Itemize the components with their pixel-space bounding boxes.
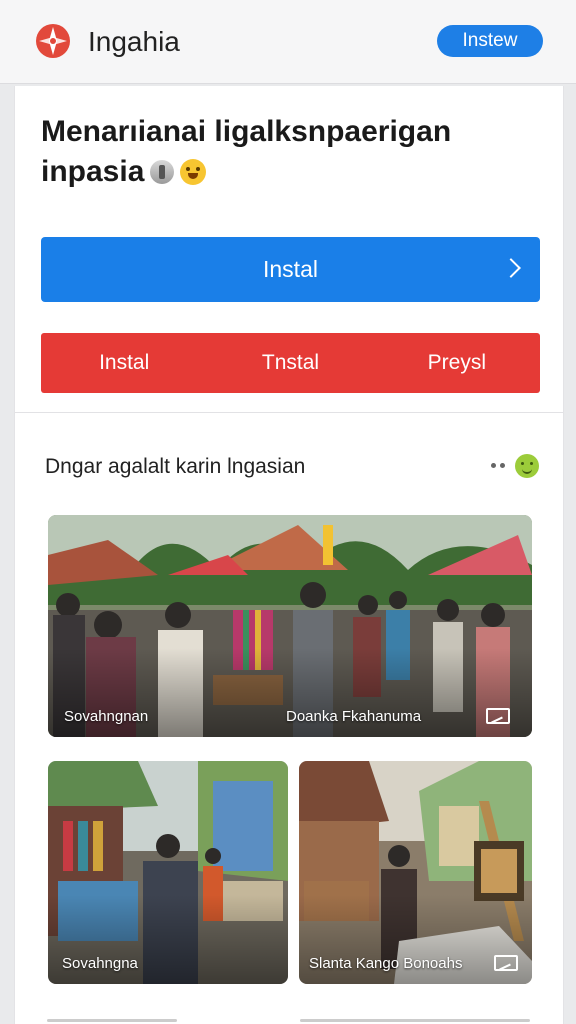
page-headline: Menarıianai ligalksnpaerigan inpasia: [41, 112, 541, 192]
easel-street-image: [299, 761, 532, 984]
app-header: Ingahia Instew: [0, 0, 576, 84]
chevron-right-icon: [501, 258, 521, 278]
install-primary-button[interactable]: Instal: [41, 237, 540, 302]
market-photo-right[interactable]: Slanta Kango Bonoahs: [299, 761, 532, 984]
bottle-emoji-icon: [150, 160, 175, 184]
frame-icon[interactable]: [494, 955, 518, 971]
app-title: Ingahia: [88, 26, 180, 57]
headline-text: Menarıianai ligalksnpaerigan inpasia: [41, 115, 452, 188]
install-primary-label: Instal: [263, 256, 318, 282]
grin-emoji-icon: [180, 159, 207, 185]
install-top-button[interactable]: Instew: [437, 25, 543, 57]
main-card: Menarıianai ligalksnpaerigan inpasia Ins…: [14, 86, 564, 1024]
next-section-peek: [15, 1011, 563, 1024]
photo-caption: Slanta Kango Bonoahs: [309, 955, 463, 972]
ellipsis-icon[interactable]: [491, 463, 507, 469]
market-scene-image: [48, 515, 532, 737]
gallery-label: Dngar agalalt karin lngasian: [45, 455, 306, 478]
market-photo-left[interactable]: Sovahngna: [48, 761, 288, 984]
photo-caption-right: Doanka Fkahanuma: [286, 708, 422, 725]
red-button-preysl[interactable]: Preysl: [374, 333, 540, 393]
red-button-install[interactable]: Instal: [41, 333, 207, 393]
red-button-tnstal[interactable]: Tnstal: [207, 333, 373, 393]
red-button-group: Instal Tnstal Preysl: [41, 333, 540, 393]
shop-street-image: [48, 761, 288, 984]
section-divider: [15, 412, 563, 413]
photo-caption: Sovahngna: [62, 955, 138, 972]
frame-icon[interactable]: [486, 708, 510, 724]
photo-caption-left: Sovahngnan: [64, 708, 149, 725]
compass-star-icon[interactable]: [34, 22, 72, 60]
market-photo-large[interactable]: Sovahngnan Doanka Fkahanuma: [48, 515, 532, 737]
smiley-icon[interactable]: [515, 454, 539, 478]
